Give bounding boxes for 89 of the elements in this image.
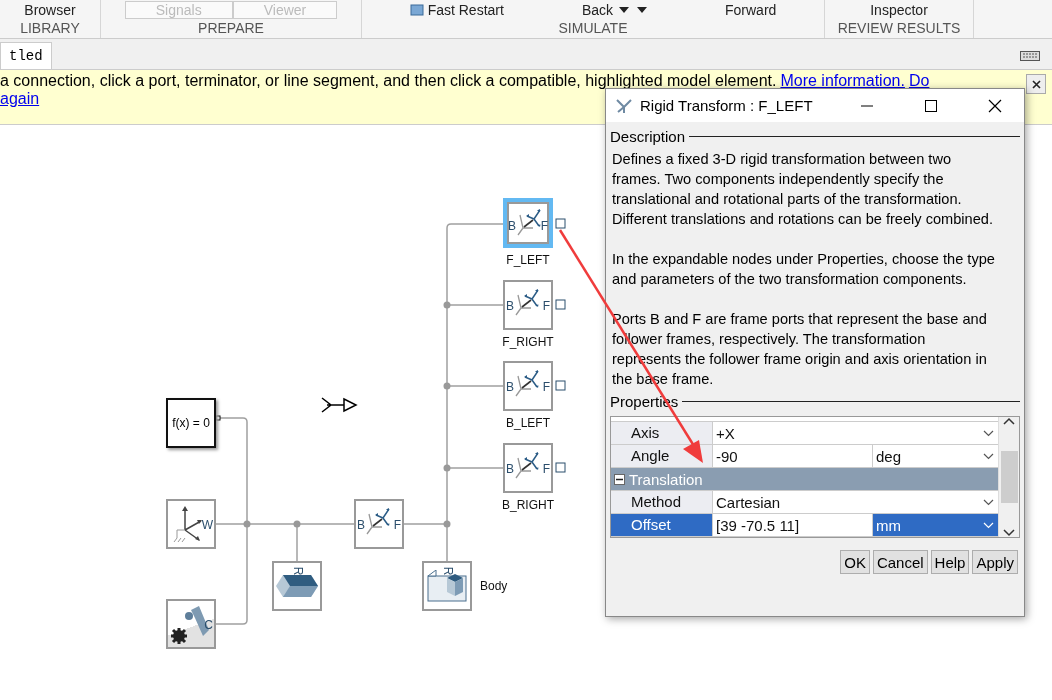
port-label: F	[542, 300, 550, 312]
rigid-transform-block[interactable]: B F	[354, 499, 404, 549]
solid-block[interactable]: R	[272, 561, 322, 611]
section-label: LIBRARY	[20, 20, 80, 36]
transform-icon	[614, 96, 634, 115]
solid-brick-icon	[276, 573, 318, 599]
mechanism-config-block[interactable]: C	[166, 599, 216, 649]
group-name: Translation	[629, 470, 703, 488]
rigid-transform-block[interactable]: B F	[503, 443, 553, 493]
port-label: F	[542, 463, 550, 475]
port-square-icon	[555, 462, 566, 473]
scroll-down-icon[interactable]	[1003, 529, 1015, 537]
port-square-icon	[555, 299, 566, 310]
toolstrip-button[interactable]: Fast Restart	[405, 1, 508, 19]
port-label: C	[204, 619, 213, 631]
world-frame-block[interactable]: W	[166, 499, 216, 549]
junction-dot	[243, 520, 251, 528]
caret-icon	[617, 6, 647, 14]
property-name: Angle	[611, 445, 713, 467]
port-label: F	[540, 220, 548, 232]
keyboard-icon[interactable]	[1020, 51, 1040, 61]
block-label: Body	[480, 579, 508, 593]
toolstrip-button[interactable]: Back	[577, 1, 651, 19]
port-label: F	[393, 519, 401, 531]
dialog-button[interactable]: Help	[930, 550, 970, 574]
info-link[interactable]: More information.	[780, 72, 905, 89]
port-label: F	[542, 381, 550, 393]
property-row[interactable]: Method Cartesian	[611, 491, 998, 514]
chevron-down-icon	[983, 498, 994, 506]
value-field[interactable]: [39 -70.5 11]	[713, 514, 873, 536]
junction-dot	[443, 520, 451, 528]
block-label: F_LEFT	[506, 253, 550, 267]
scrollbar[interactable]	[998, 417, 1019, 537]
close-button[interactable]	[1026, 74, 1046, 94]
port-label: B	[506, 300, 514, 312]
rigid-transform-block[interactable]: B F	[503, 198, 553, 248]
toolstrip-button[interactable]: Forward	[721, 1, 781, 19]
property-row[interactable]: Offset [39 -70.5 11] mm	[611, 514, 998, 537]
scroll-up-icon[interactable]	[1003, 417, 1015, 425]
block-label: F_RIGHT	[502, 335, 554, 349]
chevron-down-icon	[983, 521, 994, 529]
port-square-icon	[555, 218, 566, 229]
section-label: PREPARE	[198, 20, 264, 36]
info-message: a connection, click a port, terminator, or line segment, and then click a compatible, highlighted model element.	[0, 72, 777, 89]
port-label: B	[506, 381, 514, 393]
port-label: B	[508, 220, 516, 232]
section-label: SIMULATE	[558, 20, 628, 36]
description-text: Defines a fixed 3-D rigid transformation between two frames. Two components independently specify the translational and rotational parts of the transformation. Different translations and rotations can be freely combined.	[612, 150, 994, 229]
close-icon	[1031, 79, 1041, 89]
port-cursor-icon	[321, 397, 358, 413]
equation-block[interactable]: f(x) = 0	[166, 398, 216, 448]
junction-dot	[443, 382, 451, 390]
property-name: Method	[611, 491, 713, 513]
rigid-transform-block[interactable]: B F	[503, 361, 553, 411]
port-label: B	[357, 519, 365, 531]
junction-dot	[443, 301, 451, 309]
minimize-icon	[861, 104, 873, 107]
description-text: In the expandable nodes under Properties, choose the type and parameters of the two transformation components.	[612, 250, 996, 289]
section-heading: Description	[610, 128, 686, 145]
model-tab[interactable]: tled	[0, 42, 52, 69]
port-square-icon	[555, 380, 566, 391]
collapse-icon[interactable]	[614, 473, 625, 485]
property-row[interactable]: Angle -90 deg	[611, 445, 998, 468]
dialog-button[interactable]: Cancel	[872, 550, 928, 574]
dialog-button[interactable]: Apply	[972, 550, 1018, 574]
property-name: Axis	[611, 422, 713, 444]
window-title: Rigid Transform : F_LEFT	[640, 97, 814, 114]
info-link[interactable]: again	[0, 90, 40, 107]
section-label: REVIEW RESULTS	[837, 20, 961, 36]
toolstrip-button[interactable]: Inspector	[866, 1, 932, 19]
port-label: R	[292, 566, 305, 576]
block-label: B_RIGHT	[502, 498, 554, 512]
block-label: B_LEFT	[506, 416, 550, 430]
close-icon	[988, 98, 1002, 113]
info-link[interactable]: Do	[908, 72, 930, 89]
port-label: W	[201, 519, 213, 531]
body-block[interactable]: R	[422, 561, 472, 611]
port-label: R	[442, 566, 455, 576]
dialog-button[interactable]: OK	[840, 550, 870, 574]
maximize-icon	[925, 99, 937, 112]
junction-dot	[293, 520, 301, 528]
chevron-down-icon	[983, 429, 994, 437]
value-field[interactable]: -90	[713, 445, 873, 467]
property-row[interactable]: Axis +X	[611, 422, 998, 445]
toolstrip-button[interactable]: Browser	[20, 1, 80, 19]
chevron-down-icon	[983, 452, 994, 460]
port-label: B	[506, 463, 514, 475]
junction-dot	[443, 464, 451, 472]
rigid-transform-block[interactable]: B F	[503, 280, 553, 330]
